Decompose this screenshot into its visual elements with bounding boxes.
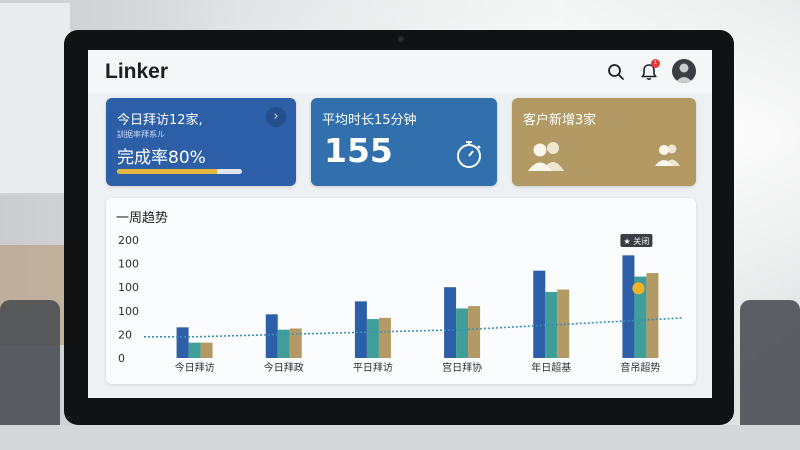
bar: [468, 306, 481, 358]
bar: [646, 273, 659, 358]
bar: [545, 291, 558, 358]
avg-duration-value: 155: [324, 131, 393, 170]
y-tick-label: 20: [118, 328, 132, 341]
bar: [265, 314, 278, 358]
app-logo[interactable]: Linker: [105, 60, 168, 84]
bar: [622, 255, 635, 358]
bar: [456, 308, 469, 358]
bar: [188, 342, 201, 358]
visits-card[interactable]: 今日拜访12家, 訓据率拜系ル 完成率80% ›: [106, 98, 296, 186]
new-customers-card[interactable]: 客户新增3家: [512, 98, 696, 186]
weekly-trend-panel: 一周趋势 200 100 100 100 20 0 今日拜访 今日拜政 平日拜访 宫日拜协 年日超基…: [106, 198, 696, 384]
x-tick-label: 音吊超势: [620, 361, 660, 374]
x-tick-label: 平日拜访: [353, 362, 393, 374]
visits-card-title: 今日拜访12家,: [117, 113, 203, 128]
highlight-marker: [632, 282, 645, 295]
x-tick-label: 宫日拜协: [442, 361, 482, 374]
bar: [366, 319, 379, 358]
visits-card-subtitle: 訓据率拜系ル: [117, 130, 165, 139]
avg-duration-title: 平均时长15分钟: [322, 113, 417, 128]
bar: [289, 328, 302, 358]
bar: [354, 301, 367, 358]
notification-badge: 1: [651, 59, 660, 68]
y-tick-label: 0: [118, 352, 125, 365]
dashboard-screen: Linker 1 今日拜访12家, 訓据率拜系ル 完成率80% › 平均时长15…: [88, 50, 712, 398]
webcam: [398, 36, 404, 42]
trend-chart: 200100100100200今日拜访 今日拜政 平日拜访 宫日拜协 年日超基 音吊超势★…: [118, 234, 684, 374]
x-tick-label: 年日超基: [531, 361, 571, 374]
user-avatar[interactable]: [672, 59, 696, 83]
y-tick-label: 200: [118, 234, 139, 247]
bar: [557, 289, 570, 358]
people-small-icon: [655, 144, 680, 166]
completion-progress-bar: [117, 169, 242, 174]
background-picture-frame: [0, 0, 73, 196]
background-desk: [0, 425, 800, 450]
x-tick-label: 今日拜政: [264, 361, 304, 374]
avg-duration-card[interactable]: 平均时长15分钟 155: [311, 98, 497, 186]
completion-rate: 完成率80%: [117, 148, 206, 168]
stopwatch-icon: [457, 141, 481, 168]
trend-line: [144, 317, 684, 338]
bar: [378, 317, 391, 358]
completion-progress-fill: [117, 169, 217, 174]
user-avatar-icon: [675, 63, 693, 83]
bar: [277, 329, 290, 358]
new-customers-title: 客户新增3家: [523, 113, 597, 128]
chevron-right-icon[interactable]: ›: [266, 107, 286, 127]
bar: [176, 327, 189, 358]
search-icon[interactable]: [607, 63, 625, 81]
y-tick-label: 100: [118, 281, 139, 294]
app-header: Linker 1: [88, 50, 712, 94]
x-tick-label: 今日拜访: [175, 361, 215, 374]
bar: [200, 342, 213, 358]
people-icon: [528, 142, 564, 171]
tooltip-text: ★ 关闭: [624, 236, 650, 246]
bar: [444, 287, 457, 358]
y-tick-label: 100: [118, 305, 139, 318]
bar: [533, 270, 546, 358]
y-tick-label: 100: [118, 258, 139, 271]
